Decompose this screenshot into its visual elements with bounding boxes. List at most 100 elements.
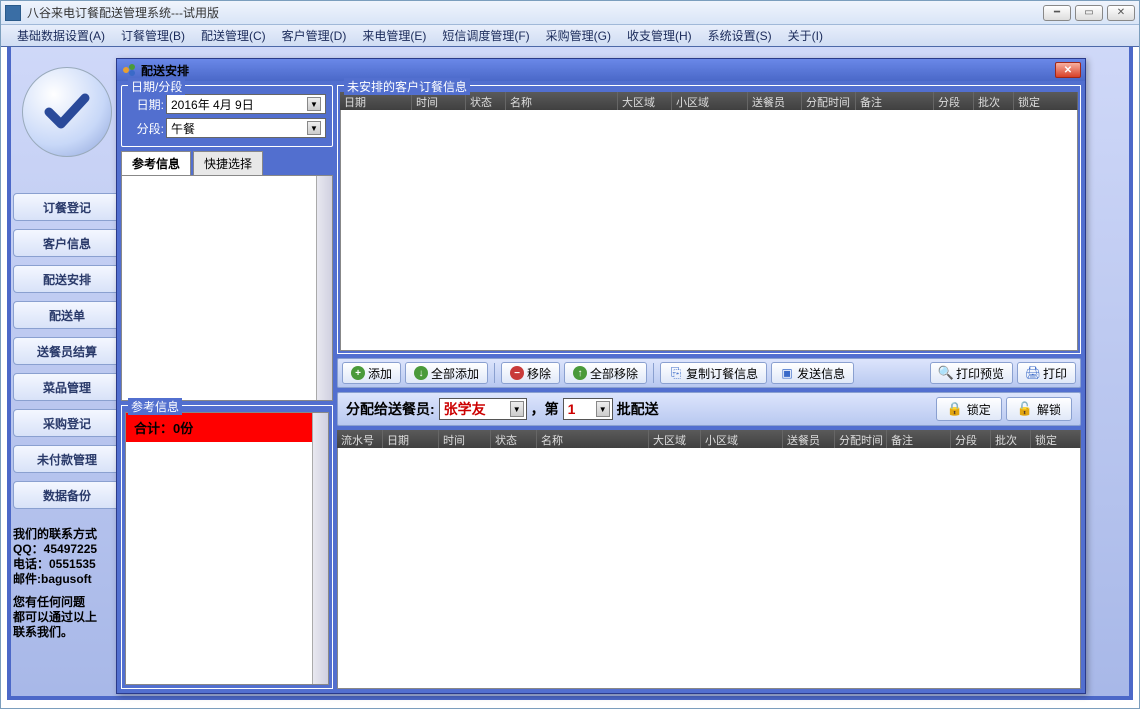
menu-about[interactable]: 关于(I) — [780, 25, 831, 46]
menu-basic-data[interactable]: 基础数据设置(A) — [9, 25, 113, 46]
unlock-button[interactable]: 🔓解锁 — [1006, 397, 1072, 421]
main-titlebar: 八谷来电订餐配送管理系统---试用版 ━ ▭ ✕ — [1, 1, 1139, 25]
add-button[interactable]: +添加 — [342, 362, 401, 384]
lock-button[interactable]: 🔒锁定 — [936, 397, 1002, 421]
bcol-time[interactable]: 时间 — [439, 430, 491, 448]
dialog-icon — [121, 62, 137, 78]
sidebar-btn-customer-info[interactable]: 客户信息 — [13, 229, 121, 257]
dialog-title: 配送安排 — [141, 62, 1055, 79]
app-icon — [5, 5, 21, 21]
courier-select[interactable]: 张学友 ▼ — [439, 398, 527, 420]
bcol-serial[interactable]: 流水号 — [337, 430, 383, 448]
assign-label3: 批配送 — [617, 399, 659, 419]
bcol-batch[interactable]: 批次 — [991, 430, 1031, 448]
minimize-button[interactable]: ━ — [1043, 5, 1071, 21]
assign-row: 分配给送餐员: 张学友 ▼ ，第 1 ▼ 批配送 🔒锁定 🔓解锁 — [337, 392, 1081, 426]
dialog-body: 日期/分段 日期: 2016年 4月 9日 ▼ 分段: 午餐 ▼ — [117, 81, 1085, 693]
print-preview-button[interactable]: 🔍打印预览 — [930, 362, 1013, 384]
batch-value: 1 — [568, 401, 576, 417]
menu-sms[interactable]: 短信调度管理(F) — [434, 25, 537, 46]
logo-checkmark-icon — [22, 67, 112, 157]
menu-order[interactable]: 订餐管理(B) — [113, 25, 193, 46]
send-button[interactable]: ▣发送信息 — [771, 362, 854, 384]
ref-scrollbar[interactable] — [312, 413, 328, 684]
left-tabs-panel: 参考信息 快捷选择 — [121, 151, 333, 401]
col-large-area[interactable]: 大区域 — [618, 92, 672, 110]
col-status[interactable]: 状态 — [466, 92, 506, 110]
lock-icon: 🔒 — [947, 401, 963, 417]
date-dropdown-icon[interactable]: ▼ — [307, 97, 321, 111]
remove-all-icon: ↑ — [573, 366, 587, 380]
dialog-right-panel: 未安排的客户订餐信息 日期 时间 状态 名称 大区域 小区域 送餐员 分配时间 … — [337, 85, 1081, 689]
contact-note3: 联系我们。 — [13, 625, 121, 640]
bcol-lock[interactable]: 锁定 — [1031, 430, 1081, 448]
bcol-remark[interactable]: 备注 — [887, 430, 951, 448]
col-small-area[interactable]: 小区域 — [672, 92, 748, 110]
assigned-grid: 流水号 日期 时间 状态 名称 大区域 小区域 送餐员 分配时间 备注 分段 批… — [337, 430, 1081, 689]
print-button[interactable]: 🖨打印 — [1017, 362, 1076, 384]
sidebar-btn-delivery-note[interactable]: 配送单 — [13, 301, 121, 329]
sidebar-btn-unpaid-manage[interactable]: 未付款管理 — [13, 445, 121, 473]
sidebar-btn-data-backup[interactable]: 数据备份 — [13, 481, 121, 509]
assigned-grid-body[interactable] — [337, 448, 1081, 689]
contact-qq: QQ：45497225 — [13, 542, 121, 557]
bcol-large-area[interactable]: 大区域 — [649, 430, 701, 448]
sidebar-btn-dish-manage[interactable]: 菜品管理 — [13, 373, 121, 401]
segment-select[interactable]: 午餐 ▼ — [166, 118, 326, 138]
date-label: 日期: — [128, 96, 164, 113]
delivery-arrange-dialog: 配送安排 ✕ 日期/分段 日期: 2016年 4月 9日 ▼ 分段: 午餐 — [116, 58, 1086, 694]
sidebar-btn-courier-settle[interactable]: 送餐员结算 — [13, 337, 121, 365]
dialog-close-button[interactable]: ✕ — [1055, 62, 1081, 78]
menu-finance[interactable]: 收支管理(H) — [619, 25, 700, 46]
add-all-button[interactable]: ↓全部添加 — [405, 362, 488, 384]
add-icon: + — [351, 366, 365, 380]
batch-dropdown-icon[interactable]: ▼ — [596, 401, 610, 417]
menu-customer[interactable]: 客户管理(D) — [274, 25, 355, 46]
dialog-titlebar[interactable]: 配送安排 ✕ — [117, 59, 1085, 81]
batch-select[interactable]: 1 ▼ — [563, 398, 613, 420]
bcol-name[interactable]: 名称 — [537, 430, 649, 448]
courier-dropdown-icon[interactable]: ▼ — [510, 401, 524, 417]
contact-tel: 电话：0551535 — [13, 557, 121, 572]
bcol-segment[interactable]: 分段 — [951, 430, 991, 448]
contact-note1: 您有任何问题 — [13, 595, 121, 610]
col-assign-time[interactable]: 分配时间 — [802, 92, 856, 110]
add-all-icon: ↓ — [414, 366, 428, 380]
segment-dropdown-icon[interactable]: ▼ — [307, 121, 321, 135]
col-segment[interactable]: 分段 — [934, 92, 974, 110]
date-input[interactable]: 2016年 4月 9日 ▼ — [166, 94, 326, 114]
copy-button[interactable]: ⎘复制订餐信息 — [660, 362, 767, 384]
tab-scrollbar[interactable] — [316, 176, 332, 400]
reference-legend: 参考信息 — [128, 398, 182, 415]
bcol-courier[interactable]: 送餐员 — [783, 430, 835, 448]
print-icon: 🖨 — [1026, 366, 1040, 380]
bcol-assign-time[interactable]: 分配时间 — [835, 430, 887, 448]
remove-button[interactable]: −移除 — [501, 362, 560, 384]
col-remark[interactable]: 备注 — [856, 92, 934, 110]
menu-system[interactable]: 系统设置(S) — [700, 25, 780, 46]
bcol-date[interactable]: 日期 — [383, 430, 439, 448]
maximize-button[interactable]: ▭ — [1075, 5, 1103, 21]
tab-quick-select[interactable]: 快捷选择 — [193, 151, 263, 175]
main-title: 八谷来电订餐配送管理系统---试用版 — [27, 4, 1043, 21]
col-name[interactable]: 名称 — [506, 92, 618, 110]
menu-purchase[interactable]: 采购管理(G) — [538, 25, 619, 46]
col-lock[interactable]: 锁定 — [1014, 92, 1078, 110]
menu-call[interactable]: 来电管理(E) — [354, 25, 434, 46]
sidebar-btn-purchase-register[interactable]: 采购登记 — [13, 409, 121, 437]
sidebar-btn-order-register[interactable]: 订餐登记 — [13, 193, 121, 221]
sidebar-btn-delivery-arrange[interactable]: 配送安排 — [13, 265, 121, 293]
bcol-status[interactable]: 状态 — [491, 430, 537, 448]
col-batch[interactable]: 批次 — [974, 92, 1014, 110]
menu-delivery[interactable]: 配送管理(C) — [193, 25, 274, 46]
col-courier[interactable]: 送餐员 — [748, 92, 802, 110]
remove-all-button[interactable]: ↑全部移除 — [564, 362, 647, 384]
bcol-small-area[interactable]: 小区域 — [701, 430, 783, 448]
date-segment-fieldset: 日期/分段 日期: 2016年 4月 9日 ▼ 分段: 午餐 ▼ — [121, 85, 333, 147]
unarranged-fieldset: 未安排的客户订餐信息 日期 时间 状态 名称 大区域 小区域 送餐员 分配时间 … — [337, 85, 1081, 354]
close-button[interactable]: ✕ — [1107, 5, 1135, 21]
tab-reference-info[interactable]: 参考信息 — [121, 151, 191, 175]
toolbar: +添加 ↓全部添加 −移除 ↑全部移除 ⎘复制订餐信息 ▣发送信息 🔍打印预览 … — [337, 358, 1081, 388]
unarranged-grid-body[interactable] — [340, 110, 1078, 351]
dialog-left-panel: 日期/分段 日期: 2016年 4月 9日 ▼ 分段: 午餐 ▼ — [121, 85, 333, 689]
